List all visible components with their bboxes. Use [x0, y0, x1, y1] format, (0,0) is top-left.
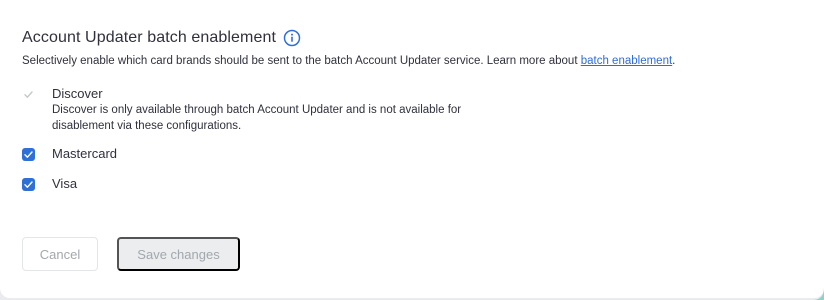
option-label: Mastercard [52, 146, 118, 161]
description-text: Selectively enable which card brands sho… [22, 55, 581, 67]
checkmark-icon [24, 151, 33, 158]
option-discover: Discover Discover is only available thro… [22, 86, 461, 134]
checkmark-icon [24, 181, 33, 188]
corner-accent-icon [812, 288, 824, 300]
description-suffix: . [672, 55, 676, 67]
visa-checkbox[interactable] [22, 178, 35, 191]
section-description: Selectively enable which card brands sho… [22, 55, 675, 67]
option-text: Discover Discover is only available thro… [52, 86, 461, 134]
option-description-line: disablement via these configurations. [52, 120, 242, 132]
option-label: Discover [52, 86, 103, 101]
option-label: Visa [52, 176, 78, 191]
discover-checkbox[interactable] [22, 88, 35, 101]
option-visa: Visa [22, 176, 77, 191]
section-title: Account Updater batch enablement [22, 29, 277, 46]
settings-card: Account Updater batch enablement Selecti… [0, 0, 824, 298]
option-description-line: Discover is only available through batch… [52, 104, 462, 116]
cancel-button[interactable]: Cancel [22, 237, 98, 271]
section-header: Account Updater batch enablement [22, 29, 301, 47]
save-changes-button[interactable]: Save changes [117, 237, 240, 271]
mastercard-checkbox[interactable] [22, 148, 35, 161]
batch-enablement-link[interactable]: batch enablement [581, 55, 672, 67]
option-mastercard: Mastercard [22, 146, 117, 161]
option-text: Mastercard [52, 146, 117, 161]
info-icon[interactable] [283, 29, 301, 47]
option-text: Visa [52, 176, 77, 191]
checkmark-icon [24, 91, 33, 98]
option-description: Discover is only available through batch… [52, 102, 461, 134]
